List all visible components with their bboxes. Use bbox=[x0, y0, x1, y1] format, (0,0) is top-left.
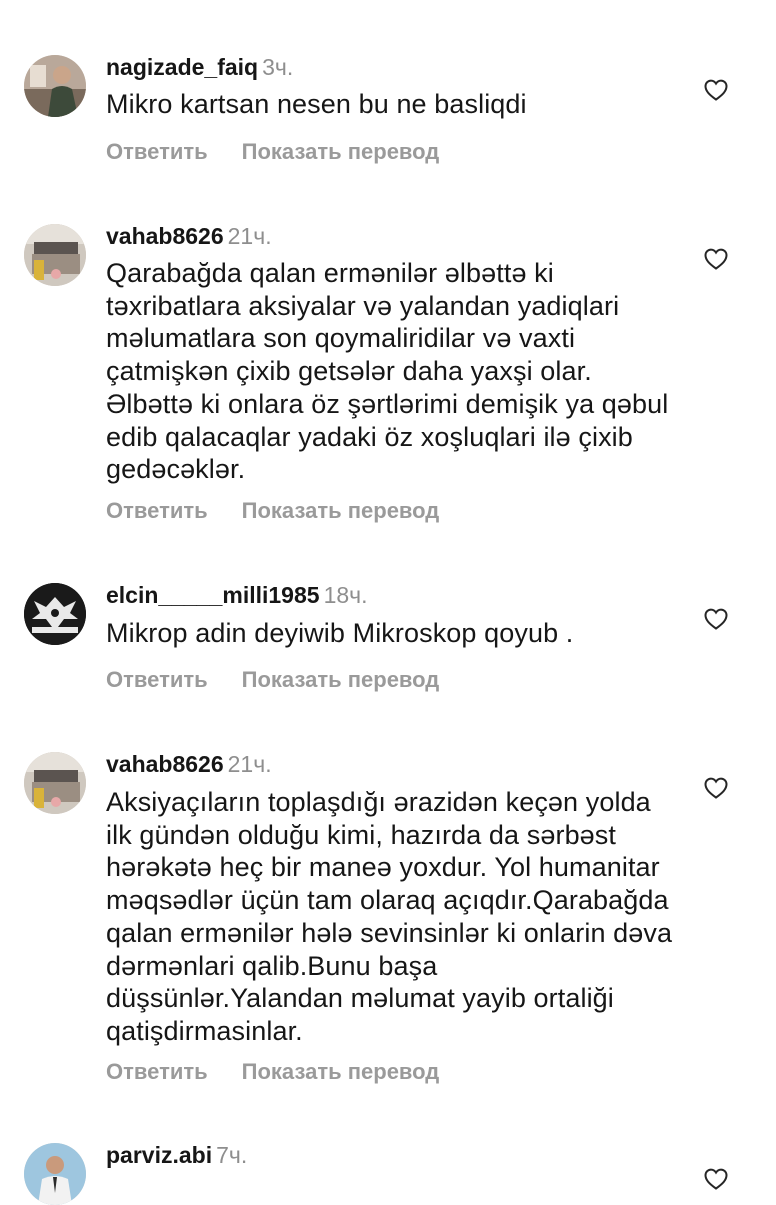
comment-actions: Ответить Показать перевод bbox=[106, 1059, 439, 1085]
comment-actions: Ответить Показать перевод bbox=[106, 498, 439, 524]
avatar[interactable] bbox=[24, 583, 86, 645]
room-photo-avatar-icon bbox=[24, 752, 86, 814]
avatar[interactable] bbox=[24, 55, 86, 117]
heart-outline-icon[interactable] bbox=[704, 79, 728, 101]
timestamp: 18ч. bbox=[323, 582, 368, 608]
avatar[interactable] bbox=[24, 224, 86, 286]
timestamp: 3ч. bbox=[262, 54, 294, 80]
reply-button[interactable]: Ответить bbox=[106, 498, 208, 524]
comment-text: Mikrop adin deyiwib Mikroskop qoyub . bbox=[106, 618, 574, 648]
username[interactable]: vahab8626 bbox=[106, 751, 224, 777]
comment-header: vahab8626 21ч. bbox=[106, 750, 272, 778]
comment-text: Qarabağda qalan ermənilər əlbəttə ki təx… bbox=[106, 258, 669, 485]
username[interactable]: vahab8626 bbox=[106, 223, 224, 249]
comment-actions: Ответить Показать перевод bbox=[106, 139, 439, 165]
timestamp: 21ч. bbox=[227, 223, 272, 249]
avatar[interactable] bbox=[24, 752, 86, 814]
reply-button[interactable]: Ответить bbox=[106, 139, 208, 165]
username[interactable]: elcin_____milli1985 bbox=[106, 582, 320, 608]
avatar[interactable] bbox=[24, 1143, 86, 1205]
comment-header: vahab8626 21ч. bbox=[106, 222, 272, 250]
emblem-avatar-icon bbox=[24, 583, 86, 645]
timestamp: 7ч. bbox=[216, 1142, 248, 1168]
person-photo-avatar-icon bbox=[24, 55, 86, 117]
reply-button[interactable]: Ответить bbox=[106, 667, 208, 693]
room-photo-avatar-icon bbox=[24, 224, 86, 286]
translate-button[interactable]: Показать перевод bbox=[242, 667, 440, 693]
comment-header: elcin_____milli1985 18ч. bbox=[106, 581, 368, 609]
reply-button[interactable]: Ответить bbox=[106, 1059, 208, 1085]
translate-button[interactable]: Показать перевод bbox=[242, 139, 440, 165]
comment-text: Aksiyaçıların toplaşdığı ərazidən keçən … bbox=[106, 787, 673, 1046]
heart-outline-icon[interactable] bbox=[704, 1168, 728, 1190]
username[interactable]: nagizade_faiq bbox=[106, 54, 258, 80]
heart-outline-icon[interactable] bbox=[704, 248, 728, 270]
translate-button[interactable]: Показать перевод bbox=[242, 498, 440, 524]
person-photo-avatar-icon bbox=[24, 1143, 86, 1205]
translate-button[interactable]: Показать перевод bbox=[242, 1059, 440, 1085]
comment-actions: Ответить Показать перевод bbox=[106, 667, 439, 693]
comment-text: Mikro kartsan nesen bu ne basliqdi bbox=[106, 89, 527, 119]
timestamp: 21ч. bbox=[227, 751, 272, 777]
heart-outline-icon[interactable] bbox=[704, 608, 728, 630]
username[interactable]: parviz.abi bbox=[106, 1142, 212, 1168]
comment-header: nagizade_faiq 3ч. bbox=[106, 53, 293, 81]
comment-header: parviz.abi 7ч. bbox=[106, 1141, 247, 1169]
heart-outline-icon[interactable] bbox=[704, 777, 728, 799]
